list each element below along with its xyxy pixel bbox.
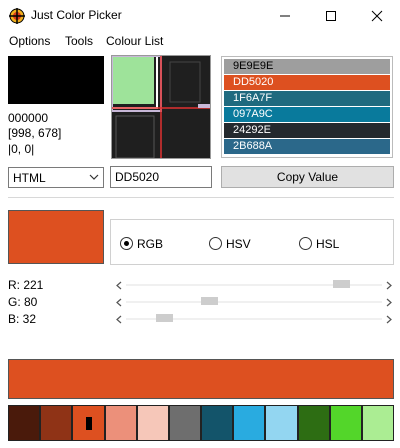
cursor-offset: |0, 0| (8, 142, 35, 156)
format-select-value: HTML (13, 171, 46, 185)
palette-swatch[interactable] (8, 405, 41, 441)
colour-list-item[interactable]: 9E9E9E (224, 59, 390, 74)
colour-list-item[interactable]: 24292E (224, 123, 390, 138)
palette-swatch[interactable] (233, 405, 266, 441)
palette-swatch[interactable] (201, 405, 234, 441)
green-slider[interactable] (114, 295, 394, 309)
palette-swatch[interactable] (265, 405, 298, 441)
menu-tools[interactable]: Tools (65, 34, 93, 48)
radio-hsl-label: HSL (316, 237, 340, 251)
divider (8, 197, 394, 198)
colour-list-item[interactable]: DD5020 (224, 75, 390, 90)
chevron-down-icon (89, 174, 99, 180)
chevron-right-icon[interactable] (384, 295, 394, 309)
magnifier-view (111, 55, 211, 159)
palette-swatch[interactable] (136, 405, 169, 441)
hex-value-input[interactable] (110, 166, 212, 188)
minimize-button[interactable] (262, 0, 308, 31)
blue-slider-thumb[interactable] (155, 314, 173, 322)
red-slider[interactable] (114, 278, 394, 292)
palette-swatch[interactable] (297, 405, 330, 441)
close-icon (371, 10, 383, 21)
blue-slider[interactable] (114, 312, 394, 326)
colour-list-item[interactable]: 1F6A7F (224, 91, 390, 106)
title-bar: Just Color Picker (0, 0, 400, 31)
green-slider-thumb[interactable] (200, 297, 218, 305)
chevron-left-icon[interactable] (114, 312, 124, 326)
close-button[interactable] (354, 0, 400, 31)
palette-swatch[interactable] (104, 405, 137, 441)
cursor-color-swatch (8, 56, 104, 104)
chevron-left-icon[interactable] (114, 295, 124, 309)
window-title: Just Color Picker (31, 8, 122, 22)
menu-bar: Options Tools Colour List (0, 31, 400, 51)
magnifier-image (112, 56, 210, 158)
current-color-swatch (8, 210, 104, 264)
radio-hsv-label: HSV (226, 237, 251, 251)
cursor-position: [998, 678] (8, 126, 62, 140)
palette-swatch[interactable] (329, 405, 362, 441)
palette-swatch[interactable] (72, 405, 105, 441)
blue-channel-label: B: 32 (8, 312, 37, 326)
colour-list-item[interactable]: 2B688A (224, 139, 390, 154)
red-slider-thumb[interactable] (333, 280, 351, 288)
menu-colour-list[interactable]: Colour List (106, 34, 163, 48)
palette-swatch[interactable] (40, 405, 73, 441)
red-channel-label: R: 221 (8, 278, 44, 292)
colour-list-item[interactable]: 097A9C (224, 107, 390, 122)
format-select[interactable]: HTML (8, 167, 104, 188)
radio-rgb-indicator[interactable] (120, 237, 133, 250)
chevron-left-icon[interactable] (114, 278, 124, 292)
palette-swatch[interactable] (168, 405, 202, 441)
chevron-right-icon[interactable] (384, 278, 394, 292)
palette-swatch[interactable] (361, 405, 395, 441)
radio-hsl-indicator[interactable] (299, 237, 312, 250)
copy-value-button[interactable]: Copy Value (221, 166, 394, 188)
colour-history-list[interactable]: 9E9E9E DD5020 1F6A7F 097A9C 24292E 2B688A (221, 56, 393, 158)
minimize-icon (280, 15, 290, 16)
green-channel-label: G: 80 (8, 295, 38, 309)
chevron-right-icon[interactable] (384, 312, 394, 326)
green-slider-track[interactable] (126, 301, 382, 303)
radio-hsv-indicator[interactable] (209, 237, 222, 250)
radio-rgb-label: RGB (137, 237, 164, 251)
selected-marker-icon (86, 417, 93, 430)
maximize-icon (326, 10, 336, 21)
menu-options[interactable]: Options (9, 34, 50, 48)
color-palette (8, 405, 395, 441)
maximize-button[interactable] (308, 0, 354, 31)
cursor-color-value: 000000 (8, 111, 49, 125)
crosshair-app-icon (9, 8, 25, 24)
color-preview-bar (8, 359, 394, 399)
